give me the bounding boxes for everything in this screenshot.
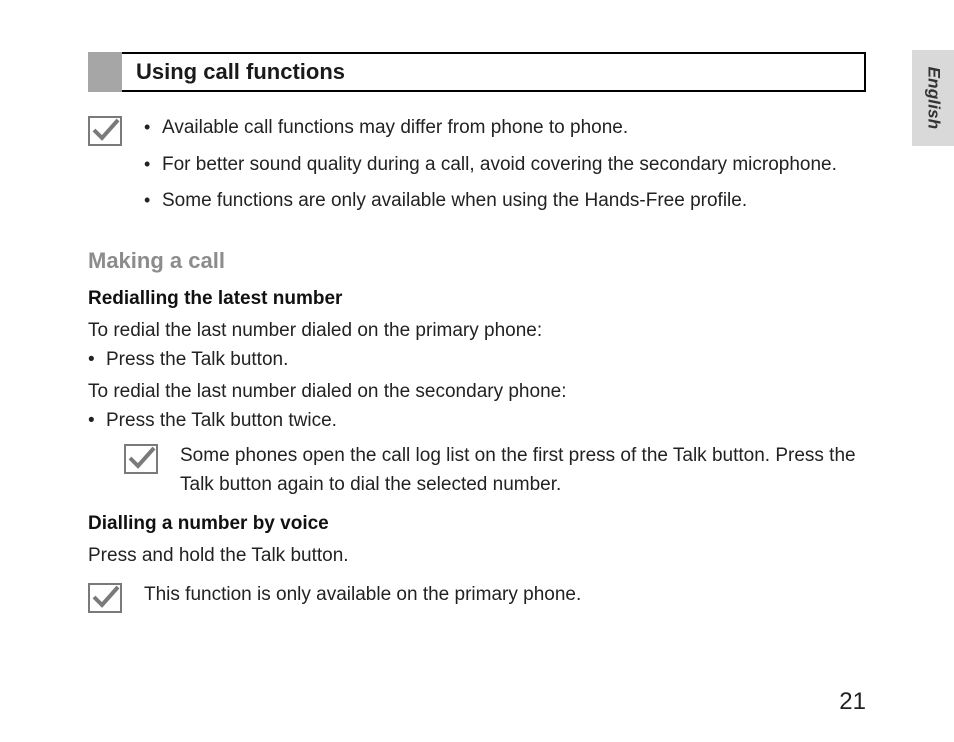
note-item: Available call functions may differ from… [144,114,866,143]
note-content: Available call functions may differ from… [144,114,866,224]
topic-title: Redialling the latest number [88,288,866,310]
note-block: This function is only available on the p… [88,581,866,613]
language-tab: English [912,50,954,146]
manual-page: English Using call functions Available c… [0,0,954,742]
heading-frame: Using call functions [122,52,866,92]
paragraph: Press and hold the Talk button. [88,541,866,570]
language-tab-label: English [923,67,943,130]
subsection-title: Making a call [88,248,866,274]
heading-title: Using call functions [136,59,345,85]
note-list: Available call functions may differ from… [144,114,866,216]
checkmark-box-icon [88,583,122,613]
heading-accent-block [88,52,122,92]
section-heading-bar: Using call functions [88,52,866,92]
paragraph: To redial the last number dialed on the … [88,316,866,345]
note-text: This function is only available on the p… [144,581,866,610]
topic-title: Dialling a number by voice [88,513,866,535]
note-item: For better sound quality during a call, … [144,151,866,180]
note-block: Available call functions may differ from… [88,114,866,224]
step-list: Press the Talk button. [88,349,866,371]
checkmark-box-icon [88,116,122,146]
page-number: 21 [839,688,866,716]
checkmark-box-icon [124,444,158,474]
note-item: Some functions are only available when u… [144,187,866,216]
step-list: Press the Talk button twice. [88,410,866,432]
step-item: Press the Talk button twice. [88,410,866,432]
step-item: Press the Talk button. [88,349,866,371]
note-text: Some phones open the call log list on th… [180,442,866,499]
paragraph: To redial the last number dialed on the … [88,377,866,406]
note-block: Some phones open the call log list on th… [124,442,866,499]
